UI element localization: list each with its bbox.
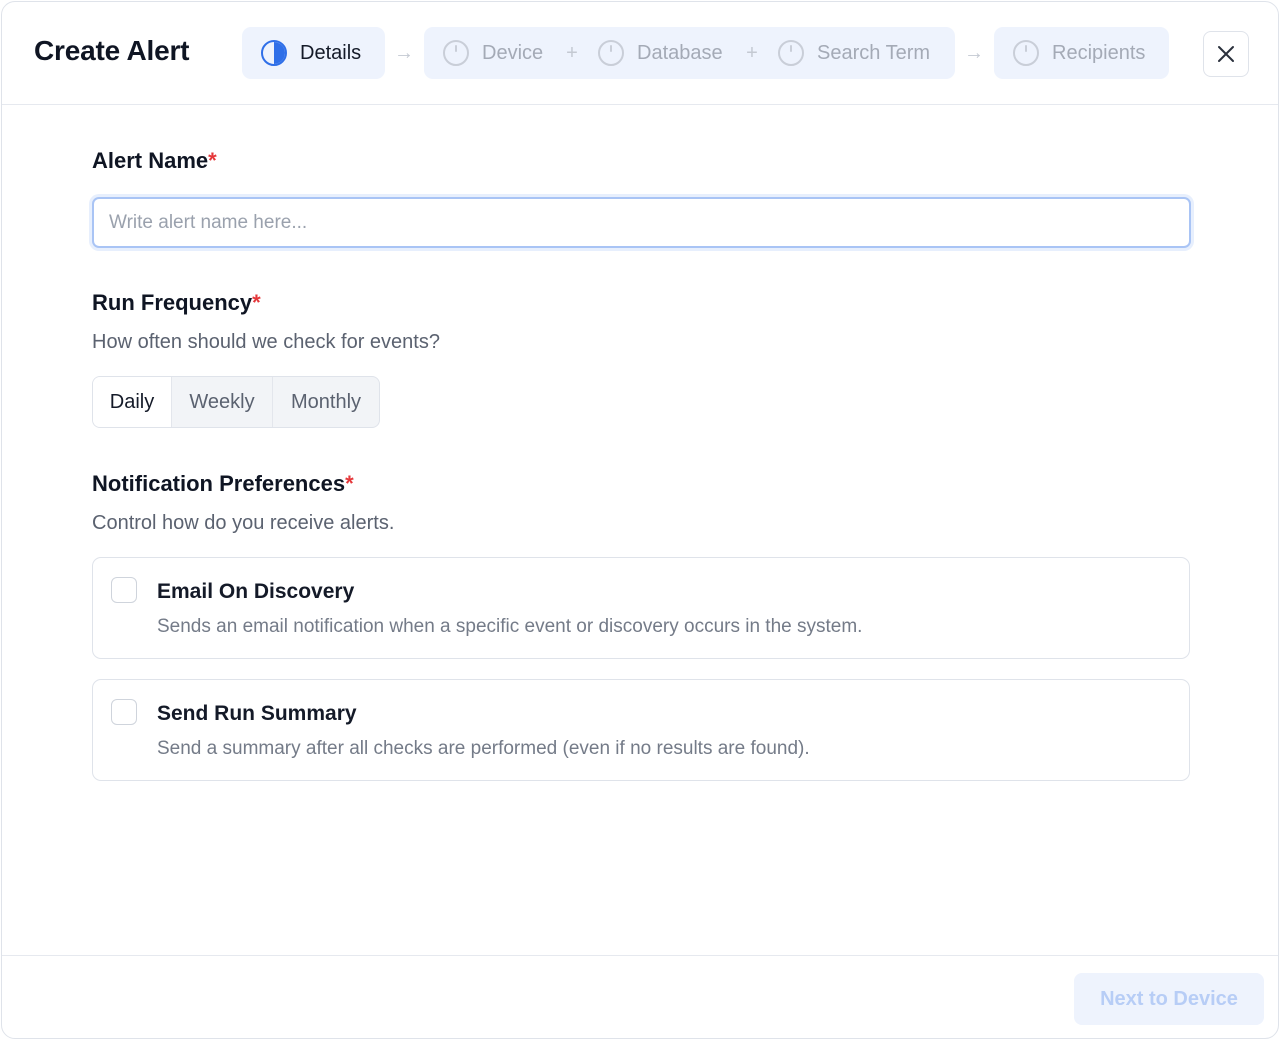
option-title: Send Run Summary: [157, 702, 357, 725]
step-label: Recipients: [1052, 41, 1146, 64]
arrow-right-icon: →: [394, 42, 414, 64]
step-label: Search Term: [817, 41, 931, 64]
alert-name-input[interactable]: [92, 197, 1191, 248]
plus-icon: +: [566, 42, 578, 64]
step-database[interactable]: Database: [598, 27, 723, 79]
step-label: Details: [300, 41, 362, 64]
step-progress-icon: [261, 40, 287, 66]
option-description: Send a summary after all checks are perf…: [157, 738, 810, 759]
next-to-device-button[interactable]: Next to Device: [1074, 973, 1264, 1025]
frequency-option-monthly[interactable]: Monthly: [272, 377, 379, 427]
arrow-right-icon: →: [964, 42, 984, 64]
required-mark: *: [252, 290, 261, 315]
alert-name-label: Alert Name*: [92, 148, 217, 174]
plus-icon: +: [746, 42, 758, 64]
option-title: Email On Discovery: [157, 580, 355, 603]
frequency-segmented-control: Daily Weekly Monthly: [92, 376, 380, 428]
run-frequency-label: Run Frequency*: [92, 290, 261, 316]
alert-name-label-text: Alert Name: [92, 148, 209, 173]
step-progress-icon: [1013, 40, 1039, 66]
step-recipients[interactable]: Recipients: [1013, 27, 1145, 79]
step-progress-icon: [443, 40, 469, 66]
step-search-term[interactable]: Search Term: [778, 27, 930, 79]
step-label: Device: [482, 41, 544, 64]
notification-preferences-label: Notification Preferences*: [92, 471, 354, 497]
dialog-title: Create Alert: [34, 35, 190, 66]
step-label: Database: [637, 41, 723, 64]
option-description: Sends an email notification when a speci…: [157, 616, 863, 637]
run-frequency-description: How often should we check for events?: [92, 331, 440, 353]
step-details[interactable]: Details: [261, 27, 361, 79]
dialog-footer: Next to Device: [2, 955, 1278, 1038]
step-progress-icon: [598, 40, 624, 66]
frequency-option-weekly[interactable]: Weekly: [171, 377, 272, 427]
step-progress-icon: [778, 40, 804, 66]
step-device[interactable]: Device: [443, 27, 543, 79]
dialog-header: Create Alert Details → Device + Database…: [2, 2, 1278, 105]
option-send-run-summary[interactable]: Send Run Summary Send a summary after al…: [92, 679, 1190, 781]
notification-preferences-label-text: Notification Preferences: [92, 471, 346, 496]
close-icon: [1218, 46, 1234, 62]
create-alert-dialog: Create Alert Details → Device + Database…: [1, 1, 1279, 1039]
required-mark: *: [345, 471, 354, 496]
run-frequency-label-text: Run Frequency: [92, 290, 253, 315]
option-email-on-discovery[interactable]: Email On Discovery Sends an email notifi…: [92, 557, 1190, 659]
required-mark: *: [208, 148, 217, 173]
notification-preferences-description: Control how do you receive alerts.: [92, 512, 395, 534]
frequency-option-daily[interactable]: Daily: [93, 377, 171, 427]
send-run-summary-checkbox[interactable]: [111, 699, 137, 725]
email-on-discovery-checkbox[interactable]: [111, 577, 137, 603]
close-button[interactable]: [1203, 31, 1249, 77]
